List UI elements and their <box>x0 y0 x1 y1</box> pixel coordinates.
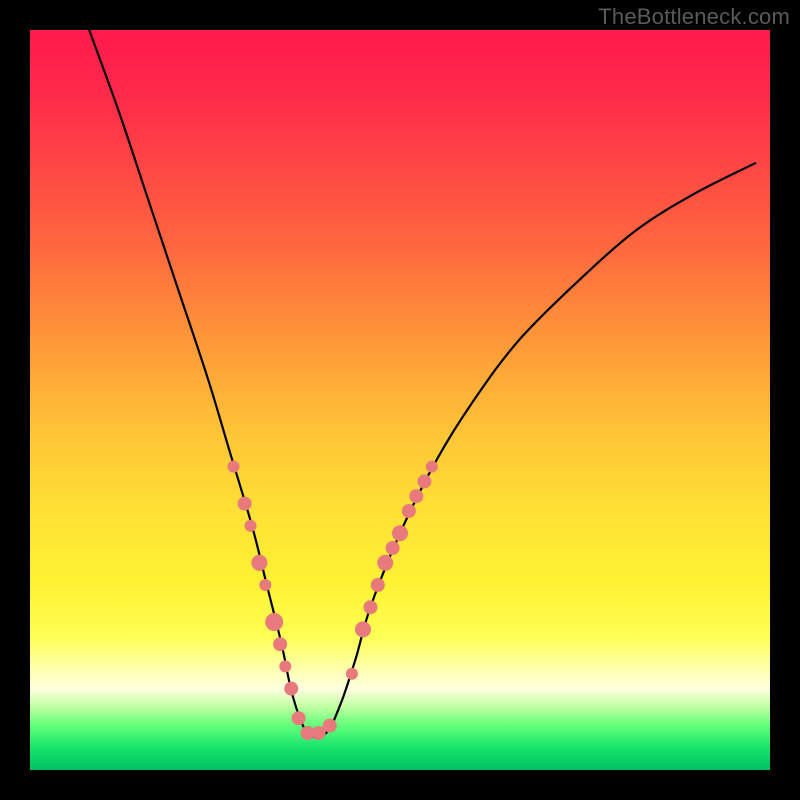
watermark-text: TheBottleneck.com <box>598 4 790 30</box>
highlight-dot <box>265 613 283 631</box>
highlight-dot <box>346 668 358 680</box>
highlight-dot <box>363 600 377 614</box>
highlight-dot <box>417 474 431 488</box>
chart-frame: TheBottleneck.com <box>0 0 800 800</box>
highlight-dot <box>371 578 385 592</box>
highlight-dot <box>284 682 298 696</box>
highlight-dot <box>392 525 408 541</box>
highlight-dot <box>386 541 400 555</box>
highlight-dot <box>245 520 257 532</box>
highlight-dot <box>259 579 271 591</box>
highlight-dot <box>279 660 291 672</box>
highlight-dot <box>402 504 416 518</box>
highlight-dot <box>377 555 393 571</box>
highlight-dot <box>409 489 423 503</box>
highlight-dot <box>228 461 240 473</box>
highlight-dot <box>273 637 287 651</box>
highlight-dot <box>355 621 371 637</box>
highlight-dot <box>251 555 267 571</box>
bottleneck-curve <box>89 30 755 737</box>
plot-area <box>30 30 770 770</box>
highlight-dot <box>323 719 337 733</box>
highlight-dots <box>228 461 438 740</box>
highlight-dot <box>292 711 306 725</box>
curve-layer <box>30 30 770 770</box>
highlight-dot <box>238 497 252 511</box>
highlight-dot <box>426 461 438 473</box>
